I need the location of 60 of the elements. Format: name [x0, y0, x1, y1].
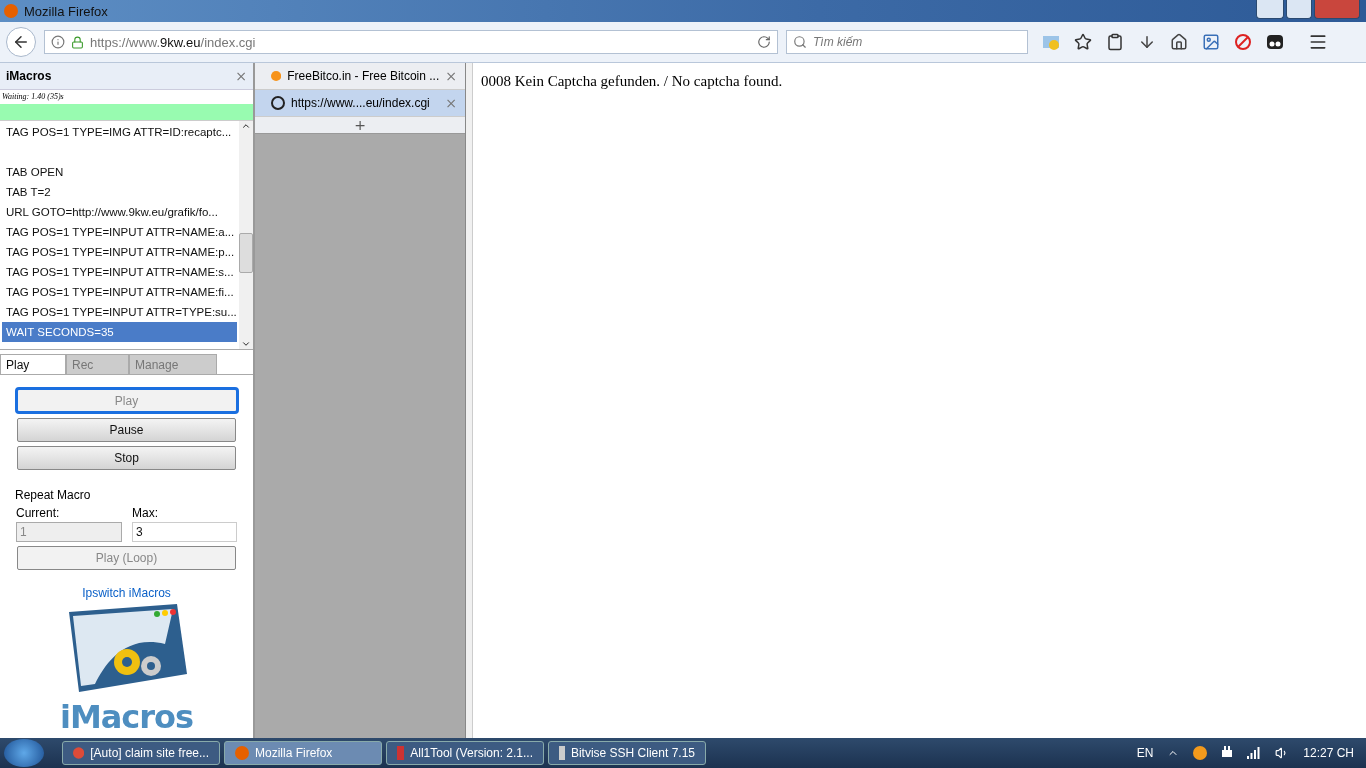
- language-indicator[interactable]: EN: [1136, 746, 1154, 760]
- address-bar[interactable]: https://www.9kw.eu/index.cgi: [44, 30, 778, 54]
- clipboard-icon[interactable]: [1106, 33, 1124, 51]
- close-button[interactable]: ×: [235, 68, 247, 84]
- close-button[interactable]: ×: [445, 68, 457, 84]
- field-label: Max:: [132, 506, 159, 520]
- scroll-thumb[interactable]: [238, 233, 253, 273]
- scroll-down-icon[interactable]: [240, 339, 251, 349]
- crossed-circle-icon[interactable]: [1234, 33, 1252, 51]
- page-message: 0008 Kein Captcha gefunden. / No captcha found.: [481, 73, 784, 90]
- macro-line[interactable]: TAG POS=1 TYPE=INPUT ATTR=TYPE:su...: [2, 302, 237, 322]
- macro-button[interactable]: Pause: [17, 418, 236, 442]
- field-label: Current:: [16, 506, 61, 520]
- back-button[interactable]: [6, 27, 36, 57]
- taskbar-button[interactable]: Mozilla Firefox: [224, 741, 382, 765]
- maximize-button[interactable]: [1286, 0, 1312, 19]
- firefox-icon: [235, 746, 249, 760]
- bookmark-star-icon[interactable]: [1074, 33, 1092, 51]
- picture-icon[interactable]: [1202, 33, 1220, 51]
- ring-app-icon: [1193, 746, 1208, 760]
- macro-line[interactable]: TAB T=2: [2, 182, 237, 202]
- new-tab-button[interactable]: +: [255, 117, 465, 134]
- scrollbar[interactable]: [238, 121, 253, 349]
- taskbar-button[interactable]: [Auto] claim site free...: [62, 741, 220, 765]
- glasses-icon[interactable]: [1266, 33, 1284, 51]
- home-icon[interactable]: [1170, 33, 1188, 51]
- status-text: Waiting: 1.40 (35)s: [1, 91, 65, 103]
- panel-title: iMacros: [6, 69, 52, 83]
- search-icon: [793, 35, 807, 49]
- link[interactable]: Ipswitch iMacros: [82, 586, 171, 600]
- menu-icon[interactable]: [1308, 32, 1328, 52]
- section-label: Repeat Macro: [15, 488, 91, 502]
- macro-line[interactable]: TAG POS=1 TYPE=INPUT ATTR=NAME:s...: [2, 262, 237, 282]
- reload-icon[interactable]: [757, 35, 771, 49]
- browser-tab[interactable]: FreeBitco.in - Free Bitcoin ... ×: [255, 63, 465, 90]
- browser-tab[interactable]: https://www....eu/index.cgi ×: [255, 90, 465, 117]
- window-title: Mozilla Firefox: [24, 3, 108, 19]
- taskbar-button[interactable]: All1Tool (Version: 2.1...: [386, 741, 544, 765]
- start-button[interactable]: [4, 739, 44, 767]
- minimize-button[interactable]: [1256, 0, 1284, 19]
- macro-line[interactable]: TAG POS=1 TYPE=INPUT ATTR=NAME:fi...: [2, 282, 237, 302]
- macro-line[interactable]: TAG POS=1 TYPE=INPUT ATTR=NAME:p...: [2, 242, 237, 262]
- search-box[interactable]: Tìm kiếm: [786, 30, 1028, 54]
- input-field[interactable]: 3: [132, 522, 237, 542]
- clock[interactable]: 12:27 CH: [1303, 746, 1354, 760]
- info-icon[interactable]: [51, 35, 65, 49]
- lock-icon: [71, 35, 84, 49]
- panel-tab[interactable]: Play: [0, 354, 66, 374]
- scroll-up-icon[interactable]: [240, 121, 251, 131]
- logo-text: iMacros: [59, 698, 194, 736]
- macro-line[interactable]: URL GOTO=http://www.9kw.eu/grafik/fo...: [2, 202, 237, 222]
- macro-button[interactable]: Stop: [17, 446, 236, 470]
- firefox-icon: [4, 4, 18, 18]
- macro-line[interactable]: TAG POS=1 TYPE=IMG ATTR=ID:recaptc...: [2, 122, 237, 142]
- macro-line[interactable]: TAB OPEN: [2, 162, 237, 182]
- taskbar-button[interactable]: Bitvise SSH Client 7.15: [548, 741, 706, 765]
- download-icon[interactable]: [1138, 33, 1156, 51]
- signal-bars-icon[interactable]: [1247, 747, 1262, 759]
- macro-line[interactable]: TAG POS=1 TYPE=INPUT ATTR=NAME:a...: [2, 222, 237, 242]
- power-plug-icon[interactable]: [1221, 746, 1234, 760]
